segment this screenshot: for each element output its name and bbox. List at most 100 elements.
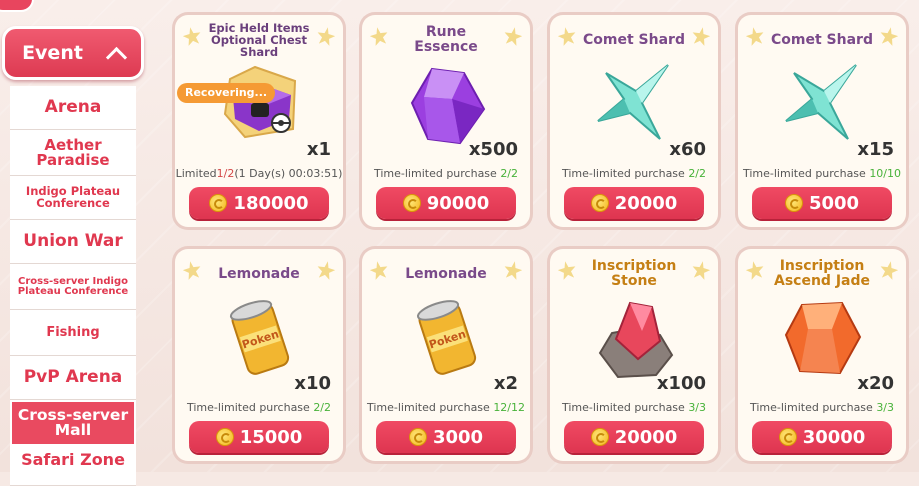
shop-item-card[interactable]: Comet Shard x15 Time-limited purchase 10… bbox=[735, 12, 909, 230]
sparkle-icon bbox=[556, 259, 577, 280]
sparkle-icon bbox=[690, 259, 711, 280]
sidebar-item-fishing[interactable]: Fishing bbox=[10, 310, 136, 356]
sidebar-item-pvp-arena[interactable]: PvP Arena bbox=[10, 356, 136, 400]
sparkle-icon bbox=[315, 259, 336, 280]
purchase-limit: Time-limited purchase 2/2 bbox=[175, 401, 343, 414]
ascend-jade-icon bbox=[784, 301, 862, 375]
item-quantity: x60 bbox=[669, 139, 706, 160]
buy-button[interactable]: 90000 bbox=[376, 187, 516, 219]
coin-icon bbox=[590, 194, 609, 212]
item-quantity: x10 bbox=[294, 373, 331, 394]
recovering-badge: Recovering... bbox=[177, 83, 276, 103]
shop-item-card[interactable]: Lemonade Poken x10 Time-limited purchase… bbox=[172, 246, 346, 464]
sparkle-icon bbox=[502, 259, 523, 280]
limit-prefix: Time-limited purchase bbox=[366, 401, 494, 414]
sparkle-icon bbox=[878, 259, 899, 280]
sidebar-item-cross-server-indigo[interactable]: Cross-server Indigo Plateau Conference bbox=[10, 264, 136, 310]
purchase-limit: Time-limited purchase 3/3 bbox=[550, 401, 718, 414]
sidebar-item-indigo-plateau[interactable]: Indigo Plateau Conference bbox=[10, 176, 136, 220]
sidebar-item-label: Cross-server Mall bbox=[17, 405, 129, 439]
chevron-up-icon bbox=[105, 46, 128, 68]
event-label: Event bbox=[22, 42, 83, 64]
coin-icon bbox=[590, 428, 609, 446]
price-label: 30000 bbox=[802, 426, 866, 448]
inscription-stone-icon bbox=[598, 301, 674, 379]
sparkle-icon bbox=[744, 259, 765, 280]
buy-button[interactable]: 20000 bbox=[564, 187, 704, 219]
price-label: 3000 bbox=[432, 426, 484, 448]
limit-prefix: Time-limited purchase bbox=[186, 401, 314, 414]
sidebar-item-arena[interactable]: Arena bbox=[10, 86, 136, 130]
price-label: 15000 bbox=[239, 426, 303, 448]
sidebar-item-label: Indigo Plateau Conference bbox=[25, 184, 121, 210]
sparkle-icon bbox=[502, 25, 523, 46]
purchase-limit: Time-limited purchase 12/12 bbox=[362, 401, 530, 414]
limit-count: 3/3 bbox=[876, 401, 895, 414]
sidebar-item-union-war[interactable]: Union War bbox=[10, 220, 136, 264]
buy-button[interactable]: 20000 bbox=[564, 421, 704, 453]
shop-item-card[interactable]: Inscription Stone x100 Time-limited purc… bbox=[547, 246, 721, 464]
buy-button[interactable]: 180000 bbox=[189, 187, 329, 219]
purchase-limit: Time-limited purchase 3/3 bbox=[738, 401, 906, 414]
sidebar-item-label: Fishing bbox=[46, 325, 100, 340]
limit-count: 2/2 bbox=[500, 167, 519, 180]
sparkle-icon bbox=[368, 259, 389, 280]
price-label: 20000 bbox=[614, 192, 678, 214]
item-name: Inscription Ascend Jade bbox=[774, 258, 870, 289]
lemonade-can-icon: Poken bbox=[416, 300, 477, 375]
coin-icon bbox=[408, 428, 427, 446]
limit-prefix: Time-limited purchase bbox=[742, 167, 870, 180]
purchase-limit: Time-limited purchase 10/10 bbox=[738, 167, 906, 180]
rune-essence-icon bbox=[410, 67, 486, 145]
sparkle-icon bbox=[315, 25, 336, 46]
limit-prefix: Time-limited purchase bbox=[561, 401, 689, 414]
coin-icon bbox=[778, 428, 797, 446]
item-quantity: x1 bbox=[306, 139, 331, 160]
sidebar-item-label: Arena bbox=[44, 97, 102, 117]
purchase-limit: Time-limited purchase 2/2 bbox=[362, 167, 530, 180]
price-label: 5000 bbox=[808, 192, 860, 214]
sidebar-item-label: Cross-server Indigo Plateau Conference bbox=[17, 275, 129, 297]
price-label: 180000 bbox=[233, 192, 309, 214]
limit-count: 10/10 bbox=[869, 167, 902, 180]
comet-shard-icon bbox=[597, 64, 669, 140]
top-tab-stub[interactable] bbox=[0, 0, 34, 12]
item-name: Comet Shard bbox=[771, 31, 873, 48]
shop-item-card[interactable]: Rune Essence x500 Time-limited purchase … bbox=[359, 12, 533, 230]
shop-item-card[interactable]: Inscription Ascend Jade x20 Time-limited… bbox=[735, 246, 909, 464]
limit-count: 2/2 bbox=[688, 167, 707, 180]
price-label: 20000 bbox=[614, 426, 678, 448]
sidebar-item-cross-server-mall[interactable]: Cross-server Mall bbox=[10, 400, 136, 446]
item-name: Lemonade bbox=[218, 265, 300, 282]
item-name: Lemonade bbox=[405, 265, 487, 282]
item-quantity: x100 bbox=[656, 373, 706, 394]
limit-prefix: Time-limited purchase bbox=[749, 401, 877, 414]
item-quantity: x15 bbox=[857, 139, 894, 160]
sidebar-item-aether-paradise[interactable]: Aether Paradise bbox=[10, 130, 136, 176]
coin-icon bbox=[784, 194, 803, 212]
shop-item-card[interactable]: Epic Held Items Optional Chest Shard Rec… bbox=[172, 12, 346, 230]
chest-shard-icon bbox=[223, 65, 297, 139]
sparkle-icon bbox=[556, 25, 577, 46]
event-category-button[interactable]: Event bbox=[2, 26, 144, 80]
sidebar: Event Arena Aether Paradise Indigo Plate… bbox=[0, 0, 150, 486]
item-quantity: x500 bbox=[468, 139, 518, 160]
sparkle-icon bbox=[181, 25, 202, 46]
coin-icon bbox=[215, 428, 234, 446]
sidebar-list: Arena Aether Paradise Indigo Plateau Con… bbox=[10, 86, 136, 486]
limit-prefix: Time-limited purchase bbox=[373, 167, 501, 180]
sidebar-item-label: Union War bbox=[23, 231, 123, 251]
buy-button[interactable]: 5000 bbox=[752, 187, 892, 219]
buy-button[interactable]: 30000 bbox=[752, 421, 892, 453]
shop-item-card[interactable]: Comet Shard x60 Time-limited purchase 2/… bbox=[547, 12, 721, 230]
buy-button[interactable]: 3000 bbox=[376, 421, 516, 453]
purchase-limit: Time-limited purchase 2/2 bbox=[550, 167, 718, 180]
buy-button[interactable]: 15000 bbox=[189, 421, 329, 453]
item-name: Comet Shard bbox=[583, 31, 685, 48]
sparkle-icon bbox=[878, 25, 899, 46]
sidebar-item-safari-zone[interactable]: Safari Zone bbox=[10, 446, 136, 486]
shop-item-card[interactable]: Lemonade Poken x2 Time-limited purchase … bbox=[359, 246, 533, 464]
item-name: Rune Essence bbox=[414, 24, 478, 55]
limit-count: 3/3 bbox=[688, 401, 707, 414]
comet-shard-icon bbox=[785, 64, 857, 140]
